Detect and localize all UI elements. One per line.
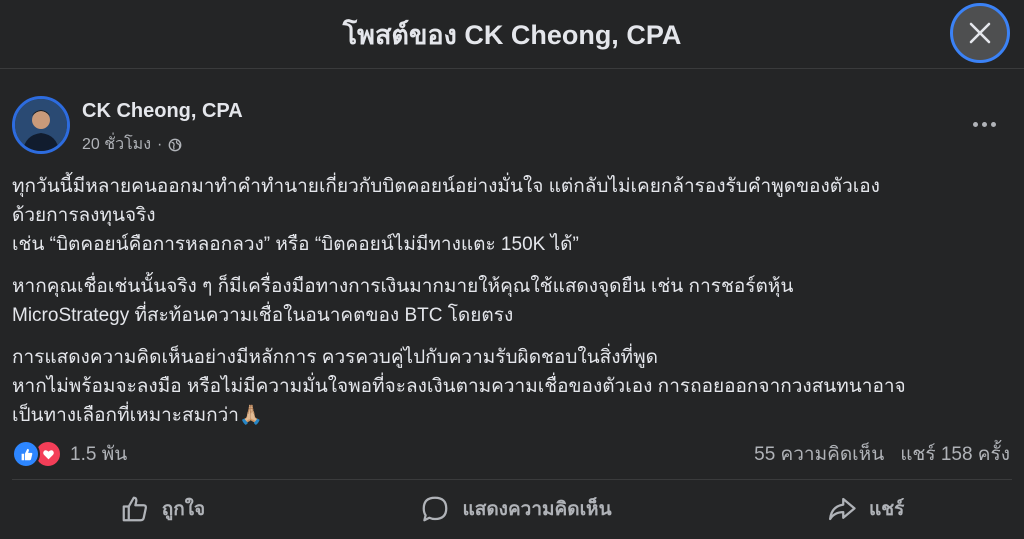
profile-photo [15,99,67,151]
like-button[interactable]: ถูกใจ [104,488,221,530]
post-time[interactable]: 20 ชั่วโมง [82,132,151,157]
like-label: ถูกใจ [161,499,206,520]
shares-count[interactable]: แชร์ 158 ครั้ง [900,439,1010,469]
meta-separator: · [157,135,163,153]
share-icon [828,497,856,521]
text-line: หากคุณเชื่อเช่นนั้นจริง ๆ ก็มีเครื่องมือ… [12,276,794,297]
post-meta: 20 ชั่วโมง · [82,132,182,157]
dialog-title: โพสต์ของ CK Cheong, CPA [342,19,682,50]
like-reaction-icon [12,440,40,468]
reactions-summary[interactable]: 1.5 พัน [12,439,127,469]
dot-icon [990,121,996,127]
comments-count[interactable]: 55 ความคิดเห็น [754,439,884,469]
share-button[interactable]: แชร์ [811,488,920,530]
avatar[interactable] [12,96,70,154]
share-label: แชร์ [868,499,905,520]
post-content: ทุกวันนี้มีหลายคนออกมาทำคำทำนายเกี่ยวกับ… [12,172,1012,443]
reactions-count[interactable]: 1.5 พัน [70,439,127,469]
comment-button[interactable]: แสดงความคิดเห็น [404,488,627,530]
comment-label: แสดงความคิดเห็น [462,499,612,520]
text-line: เช่น “บิตคอยน์คือการหลอกลวง” หรือ “บิตคอ… [12,234,579,255]
dot-icon [972,121,978,127]
close-icon [969,22,991,44]
divider [12,479,1012,480]
thumbs-up-icon [122,496,147,522]
more-options-button[interactable] [964,112,1004,136]
author-name[interactable]: CK Cheong, CPA [82,100,243,123]
text-line: เป็นทางเลือกที่เหมาะสมกว่า🙏🏼 [12,405,263,426]
dialog-header: โพสต์ของ CK Cheong, CPA [0,0,1024,69]
paragraph: การแสดงความคิดเห็นอย่างมีหลักการ ควรควบค… [12,343,1012,430]
globe-icon[interactable] [168,138,182,152]
close-button[interactable] [950,3,1010,63]
engagement-counts: 55 ความคิดเห็น แชร์ 158 ครั้ง [754,439,1010,469]
post-stats: 1.5 พัน 55 ความคิดเห็น แชร์ 158 ครั้ง [12,436,1010,472]
paragraph: ทุกวันนี้มีหลายคนออกมาทำคำทำนายเกี่ยวกับ… [12,172,1012,259]
dot-icon [981,121,987,127]
action-bar: ถูกใจ แสดงความคิดเห็น แชร์ [12,484,1012,534]
text-line: MicroStrategy ที่สะท้อนความเชื่อในอนาคตข… [12,305,514,326]
text-line: หากไม่พร้อมจะลงมือ หรือไม่มีความมั่นใจพอ… [12,376,906,397]
text-line: การแสดงความคิดเห็นอย่างมีหลักการ ควรควบค… [12,347,658,368]
comment-icon [423,496,448,522]
text-line: ทุกวันนี้มีหลายคนออกมาทำคำทำนายเกี่ยวกับ… [12,176,880,197]
paragraph: หากคุณเชื่อเช่นนั้นจริง ๆ ก็มีเครื่องมือ… [12,272,1012,330]
text-line: ด้วยการลงทุนจริง [12,205,156,226]
post-header: CK Cheong, CPA 20 ชั่วโมง · [12,92,1012,158]
